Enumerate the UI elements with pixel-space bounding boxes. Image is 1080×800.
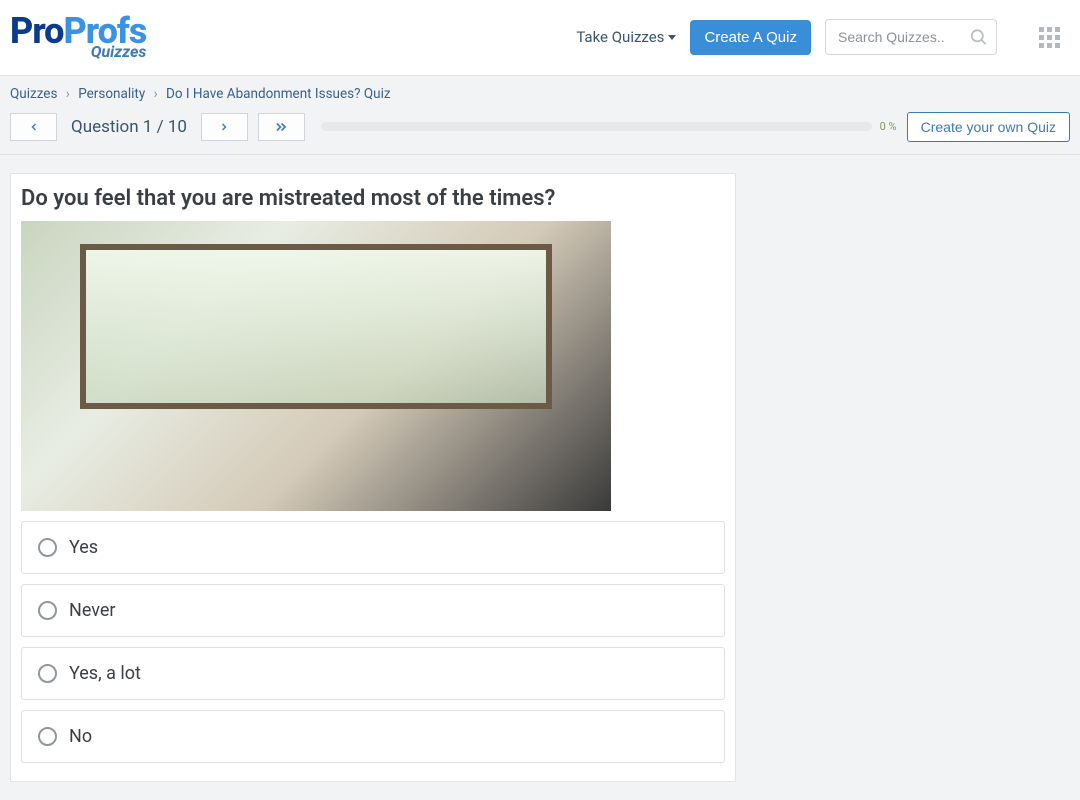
progress-percent: 0 % <box>880 120 897 133</box>
logo-subtext: Quizzes <box>91 45 147 59</box>
search-wrapper <box>825 19 997 55</box>
create-own-quiz-button[interactable]: Create your own Quiz <box>907 112 1070 142</box>
radio-icon <box>38 727 57 746</box>
answer-option[interactable]: Yes <box>21 521 725 574</box>
breadcrumb: Quizzes › Personality › Do I Have Abando… <box>0 76 1080 110</box>
radio-icon <box>38 538 57 557</box>
radio-icon <box>38 601 57 620</box>
skip-end-button[interactable] <box>258 113 305 141</box>
apps-grid-icon[interactable] <box>1039 27 1060 48</box>
breadcrumb-link[interactable]: Do I Have Abandonment Issues? Quiz <box>166 86 391 102</box>
chevron-left-icon <box>28 120 40 134</box>
create-quiz-button[interactable]: Create A Quiz <box>690 20 811 55</box>
question-image <box>21 221 611 511</box>
answer-label: Yes <box>69 537 98 558</box>
next-question-button[interactable] <box>201 113 248 141</box>
take-quizzes-label: Take Quizzes <box>576 28 664 46</box>
chevron-right-icon <box>218 120 230 134</box>
prev-question-button[interactable] <box>10 113 57 141</box>
progress-bar <box>321 122 872 131</box>
answer-label: No <box>69 726 92 747</box>
question-card: Do you feel that you are mistreated most… <box>10 173 736 782</box>
breadcrumb-link[interactable]: Quizzes <box>10 86 57 102</box>
chevron-double-right-icon <box>272 120 290 134</box>
breadcrumb-separator: › <box>66 86 70 102</box>
radio-icon <box>38 664 57 683</box>
logo[interactable]: ProProfs Quizzes <box>10 15 146 60</box>
header-actions: Take Quizzes Create A Quiz <box>576 19 1070 55</box>
caret-down-icon <box>668 35 676 40</box>
take-quizzes-link[interactable]: Take Quizzes <box>576 28 676 46</box>
search-icon[interactable] <box>969 28 988 47</box>
question-title: Do you feel that you are mistreated most… <box>21 186 725 211</box>
quiz-toolbar: Question 1 / 10 0 % Create your own Quiz <box>0 110 1080 155</box>
answer-label: Yes, a lot <box>69 663 141 684</box>
answer-option[interactable]: Yes, a lot <box>21 647 725 700</box>
site-header: ProProfs Quizzes Take Quizzes Create A Q… <box>0 0 1080 76</box>
question-counter: Question 1 / 10 <box>71 117 187 137</box>
answer-option[interactable]: No <box>21 710 725 763</box>
breadcrumb-link[interactable]: Personality <box>78 86 145 102</box>
answer-label: Never <box>69 600 116 621</box>
breadcrumb-separator: › <box>154 86 158 102</box>
answer-option[interactable]: Never <box>21 584 725 637</box>
progress-wrapper: 0 % <box>321 120 897 133</box>
